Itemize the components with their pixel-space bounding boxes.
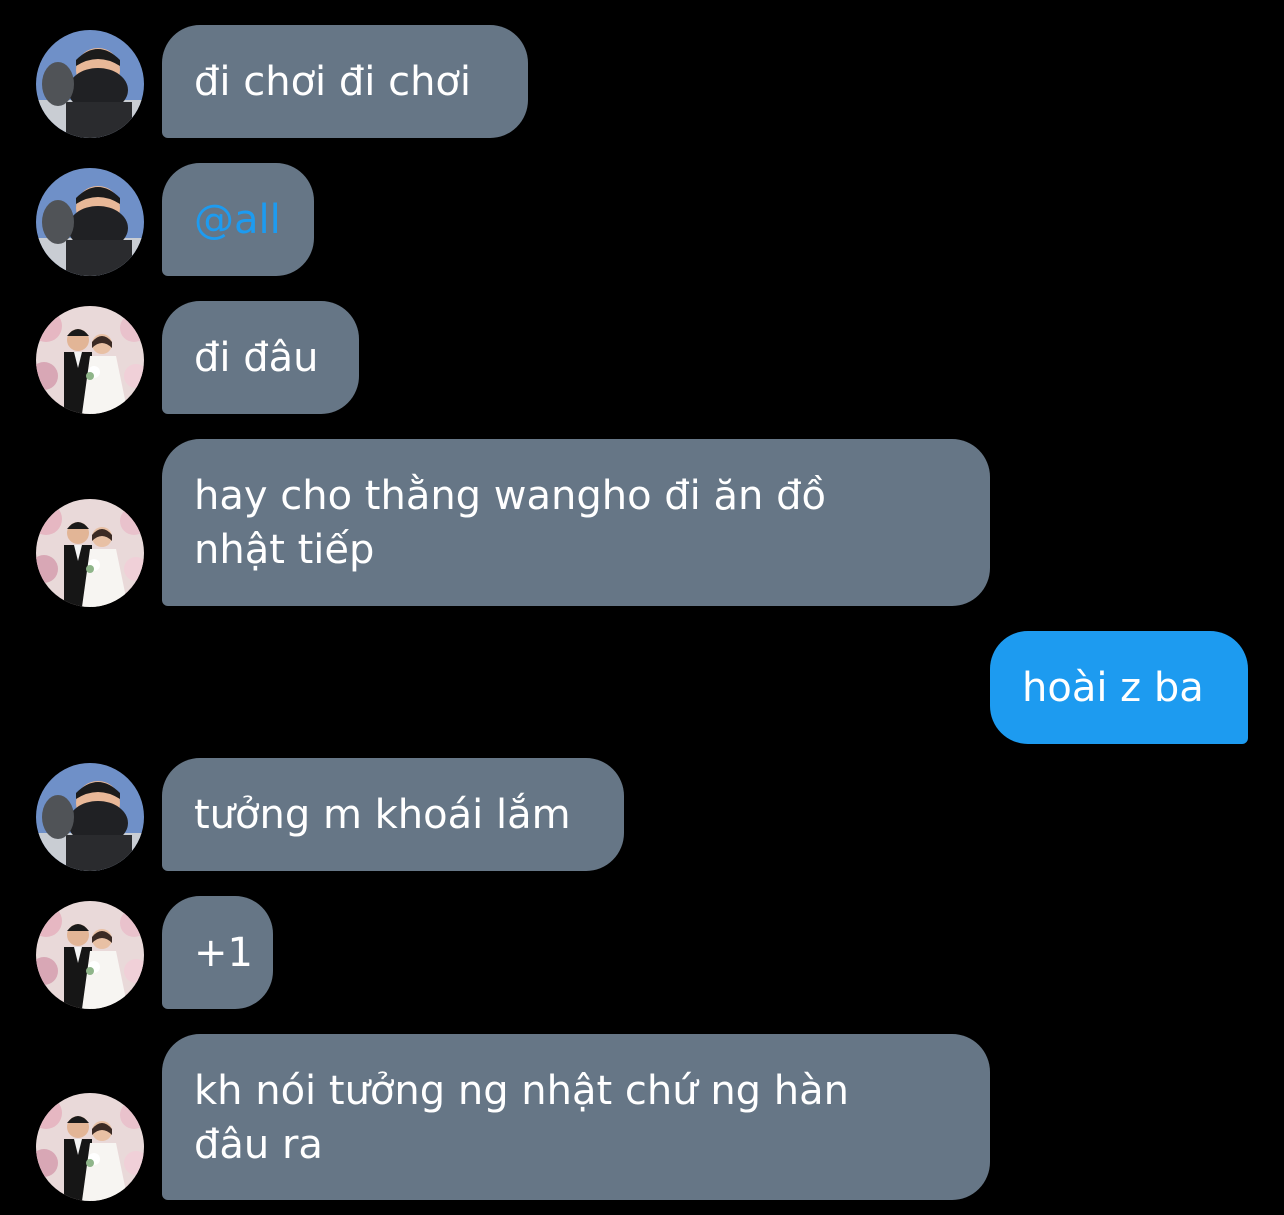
message-text: tưởng m khoái lắm — [194, 791, 571, 838]
outgoing-message-bubble[interactable]: hoài z ba — [990, 631, 1248, 744]
message-bubble[interactable]: đi chơi đi chơi — [162, 25, 528, 138]
avatar-wedding-couple-image — [36, 306, 144, 414]
message-bubble[interactable]: đi đâu — [162, 301, 359, 414]
avatar-wedding-couple[interactable] — [36, 1093, 144, 1201]
avatar-wedding-couple-image — [36, 499, 144, 607]
message-text: kh nói tưởng ng nhật chứ ng hàn đâu ra — [194, 1068, 849, 1168]
mention-all-link[interactable]: @all — [194, 193, 281, 247]
message-bubble[interactable]: kh nói tưởng ng nhật chứ ng hàn đâu ra — [162, 1034, 990, 1200]
message-bubble[interactable]: hay cho thằng wangho đi ăn đồ nhật tiếp — [162, 439, 990, 606]
message-bubble[interactable]: @all — [162, 163, 314, 276]
avatar-wedding-couple-image — [36, 1093, 144, 1201]
avatar-wedding-couple[interactable] — [36, 499, 144, 607]
avatar-masked-man[interactable] — [36, 763, 144, 871]
avatar-masked-man-image — [36, 763, 144, 871]
avatar-wedding-couple[interactable] — [36, 306, 144, 414]
message-bubble[interactable]: +1 — [162, 896, 273, 1009]
message-text: +1 — [194, 929, 253, 976]
message-bubble[interactable]: tưởng m khoái lắm — [162, 758, 624, 871]
avatar-wedding-couple-image — [36, 901, 144, 1009]
avatar-masked-man[interactable] — [36, 168, 144, 276]
avatar-wedding-couple[interactable] — [36, 901, 144, 1009]
avatar-masked-man-image — [36, 168, 144, 276]
message-text: đi đâu — [194, 334, 319, 381]
avatar-masked-man[interactable] — [36, 30, 144, 138]
avatar-masked-man-image — [36, 30, 144, 138]
message-text: hay cho thằng wangho đi ăn đồ nhật tiếp — [194, 473, 826, 573]
message-text: hoài z ba — [1022, 664, 1204, 711]
message-text: đi chơi đi chơi — [194, 58, 472, 105]
